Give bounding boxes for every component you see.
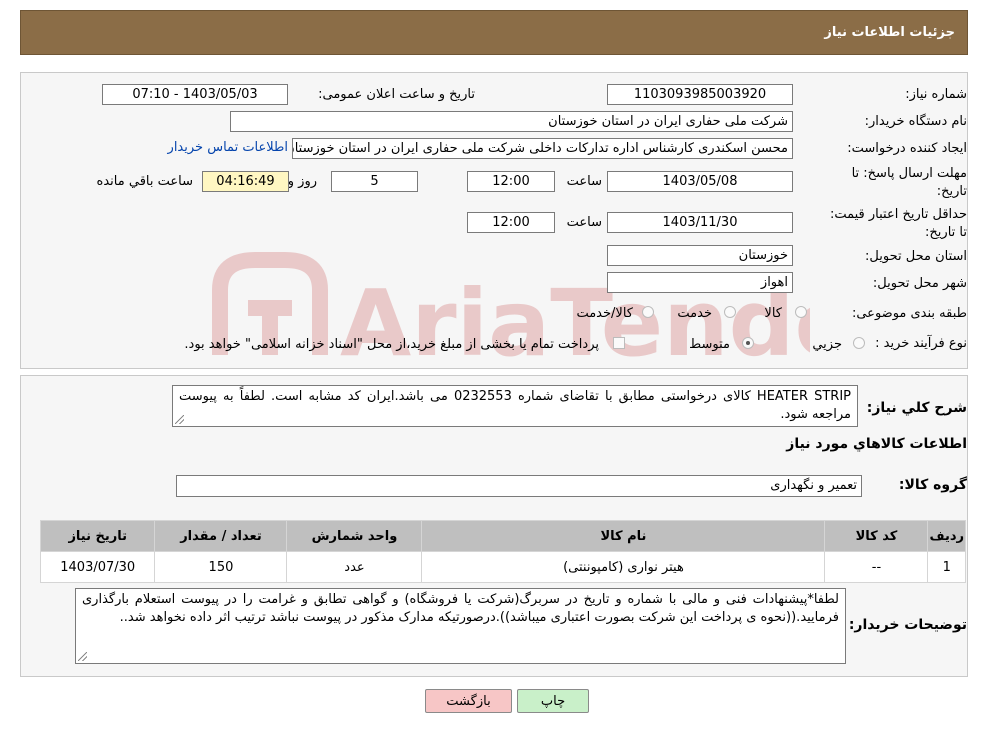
process-option-medium: متوسط [689,337,730,352]
cell-unit: عدد [286,551,423,583]
print-button[interactable]: چاپ [517,689,589,713]
cell-name: هیتر نواری (کامپوننتی) [421,551,826,583]
category-option-service: خدمت [677,306,712,321]
category-radio-service[interactable] [724,306,736,318]
col-unit: واحد شمارش [286,520,423,552]
goods-group-label: گروه کالا: [898,477,967,493]
items-table: رديف کد کالا نام کالا واحد شمارش تعداد /… [39,520,966,583]
validity-label-text: حداقل تاریخ اعتبار قیمت: تا تاریخ: [829,207,967,240]
validity-date-field[interactable]: 1403/11/30 [607,212,793,233]
items-table-header: رديف کد کالا نام کالا واحد شمارش تعداد /… [39,520,966,552]
deadline-label-text: مهلت ارسال پاسخ: تا تاریخ: [851,166,967,199]
cell-quantity: 150 [154,551,288,583]
announce-label: تاریخ و ساعت اعلان عمومی: [318,87,475,102]
col-quantity: تعداد / مقدار [154,520,288,552]
days-label: روز و [287,174,317,189]
col-date: تاریخ نیاز [39,520,156,552]
creator-label: ایجاد کننده درخواست: [847,141,967,156]
remaining-label: ساعت باقي مانده [96,174,193,189]
province-field[interactable]: خوزستان [607,245,793,266]
deadline-date-field[interactable]: 1403/05/08 [607,171,793,192]
summary-text: HEATER STRIP کالای درخواستی مطابق با تقا… [179,389,851,422]
validity-label: حداقل تاریخ اعتبار قیمت: تا تاریخ: [822,206,967,242]
resize-grip-icon[interactable] [175,415,184,424]
remaining-time-field[interactable]: 04:16:49 [202,171,289,192]
province-label: استان محل تحویل: [865,249,967,264]
validity-time-field[interactable]: 12:00 [467,212,555,233]
goods-group-field[interactable]: تعمیر و نگهداری [176,475,862,497]
col-code: کد کالا [824,520,929,552]
col-name: نام کالا [421,520,826,552]
category-option-goods: کالا [764,306,782,321]
page-header: جزئیات اطلاعات نیاز [20,10,968,55]
page-title: جزئیات اطلاعات نیاز [824,25,955,40]
buyer-notes-label: توضیحات خریدار: [848,617,967,633]
cell-code: -- [824,551,929,583]
announce-field[interactable]: 1403/05/03 - 07:10 [102,84,288,105]
resize-grip-icon[interactable] [78,652,87,661]
process-radio-medium[interactable] [742,337,754,349]
process-option-minor: جزیي [812,337,842,352]
process-radio-minor[interactable] [853,337,865,349]
buyer-notes-textarea[interactable]: لطفا*پیشنهادات فنی و مالی با شماره و تار… [75,588,846,664]
category-option-goods-service: کالا/خدمت [576,306,633,321]
back-button[interactable]: بازگشت [425,689,512,713]
treasury-checkbox[interactable] [613,337,625,349]
need-number-label: شماره نیاز: [905,87,967,102]
buyer-contact-link[interactable]: اطلاعات تماس خریدار [168,140,288,155]
deadline-time-label: ساعت [566,174,602,189]
deadline-time-field[interactable]: 12:00 [467,171,555,192]
process-label: نوع فرآیند خرید : [875,336,967,351]
city-field[interactable]: اهواز [607,272,793,293]
payment-note: پرداخت تمام یا بخشی از مبلغ خرید،از محل … [184,337,599,352]
category-radio-goods[interactable] [795,306,807,318]
summary-textarea[interactable]: HEATER STRIP کالای درخواستی مطابق با تقا… [172,385,858,427]
city-label: شهر محل تحویل: [872,276,967,291]
table-row[interactable]: 1 -- هیتر نواری (کامپوننتی) عدد 150 1403… [39,551,966,583]
buyer-org-label: نام دستگاه خریدار: [864,114,967,129]
buyer-notes-text: لطفا*پیشنهادات فنی و مالی با شماره و تار… [82,592,839,625]
creator-field[interactable]: محسن اسکندری کارشناس اداره تدارکات داخلی… [292,138,793,159]
validity-time-label: ساعت [566,215,602,230]
cell-row: 1 [927,551,966,583]
buyer-org-field[interactable]: شرکت ملی حفاری ایران در استان خوزستان [230,111,793,132]
cell-date: 1403/07/30 [39,551,156,583]
days-count-field[interactable]: 5 [331,171,418,192]
summary-label: شرح کلي نياز: [866,400,967,416]
goods-info-title: اطلاعات کالاهاي مورد نياز [786,436,967,452]
need-number-field[interactable]: 1103093985003920 [607,84,793,105]
deadline-label: مهلت ارسال پاسخ: تا تاریخ: [827,165,967,201]
col-row: رديف [927,520,966,552]
category-radio-goods-service[interactable] [642,306,654,318]
category-label: طبقه بندی موضوعی: [851,306,967,321]
